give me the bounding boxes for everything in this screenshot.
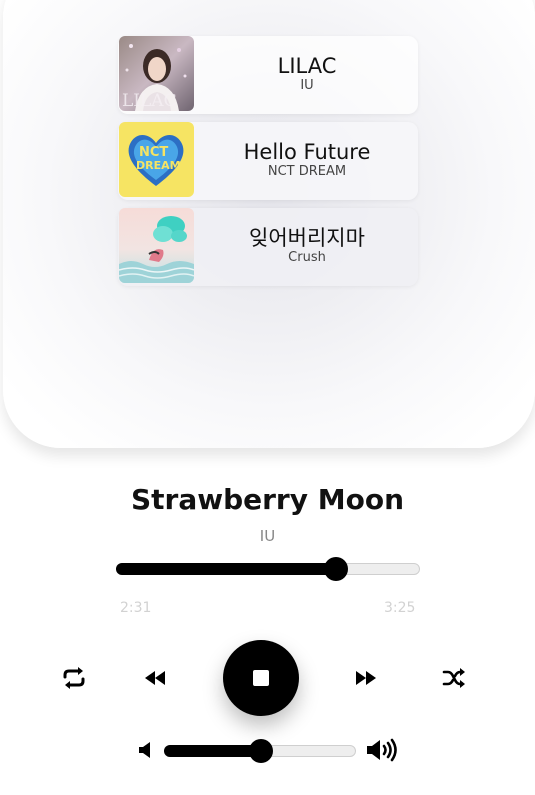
next-button[interactable]: [352, 666, 380, 690]
track-info: Hello Future NCT DREAM: [196, 140, 418, 180]
track-artist: Crush: [288, 250, 326, 265]
volume-slider[interactable]: [164, 739, 356, 763]
repeat-button[interactable]: [60, 664, 88, 692]
progress-fill: [116, 563, 336, 575]
track-item-crush[interactable]: 잊어버리지마 Crush: [118, 208, 418, 286]
repeat-icon: [63, 667, 85, 689]
volume-low-icon: [139, 742, 150, 758]
svg-text:NCT: NCT: [139, 145, 168, 160]
rewind-icon: [145, 671, 165, 685]
now-playing-title: Strawberry Moon: [130, 483, 405, 516]
svg-text:DREAM: DREAM: [136, 159, 181, 172]
stop-icon: [253, 670, 269, 686]
volume-fill: [164, 745, 261, 757]
volume-low-button[interactable]: [136, 739, 156, 761]
hello-future-album-cover: NCT DREAM: [119, 122, 194, 197]
volume-handle[interactable]: [249, 739, 273, 763]
crush-album-cover: [119, 208, 194, 283]
progress-bar[interactable]: [116, 557, 420, 581]
total-time: 3:25: [384, 600, 416, 616]
current-time: 2:31: [120, 600, 152, 616]
track-info: 잊어버리지마 Crush: [196, 226, 418, 266]
stop-button[interactable]: [223, 640, 299, 716]
svg-text:LILAC: LILAC: [122, 91, 177, 111]
track-artist: NCT DREAM: [267, 164, 347, 179]
volume-high-icon: [367, 738, 397, 762]
now-playing-artist: IU: [259, 527, 276, 545]
lilac-album-cover: LILAC: [119, 36, 194, 111]
volume-high-button[interactable]: [364, 737, 400, 763]
track-info: LILAC IU: [196, 54, 418, 94]
track-title: 잊어버리지마: [249, 226, 365, 250]
shuffle-icon: [442, 668, 465, 688]
shuffle-button[interactable]: [440, 665, 468, 691]
track-list: LILAC LILAC IU NCT DREAM Hello Future NC…: [118, 36, 418, 294]
fast-forward-icon: [356, 671, 376, 685]
music-player: LILAC LILAC IU NCT DREAM Hello Future NC…: [0, 0, 535, 795]
progress-handle[interactable]: [324, 557, 348, 581]
track-title: LILAC: [277, 54, 337, 78]
previous-button[interactable]: [141, 666, 169, 690]
track-artist: IU: [300, 78, 314, 93]
track-item-lilac[interactable]: LILAC LILAC IU: [118, 36, 418, 114]
track-title: Hello Future: [243, 140, 371, 164]
track-item-hello-future[interactable]: NCT DREAM Hello Future NCT DREAM: [118, 122, 418, 200]
